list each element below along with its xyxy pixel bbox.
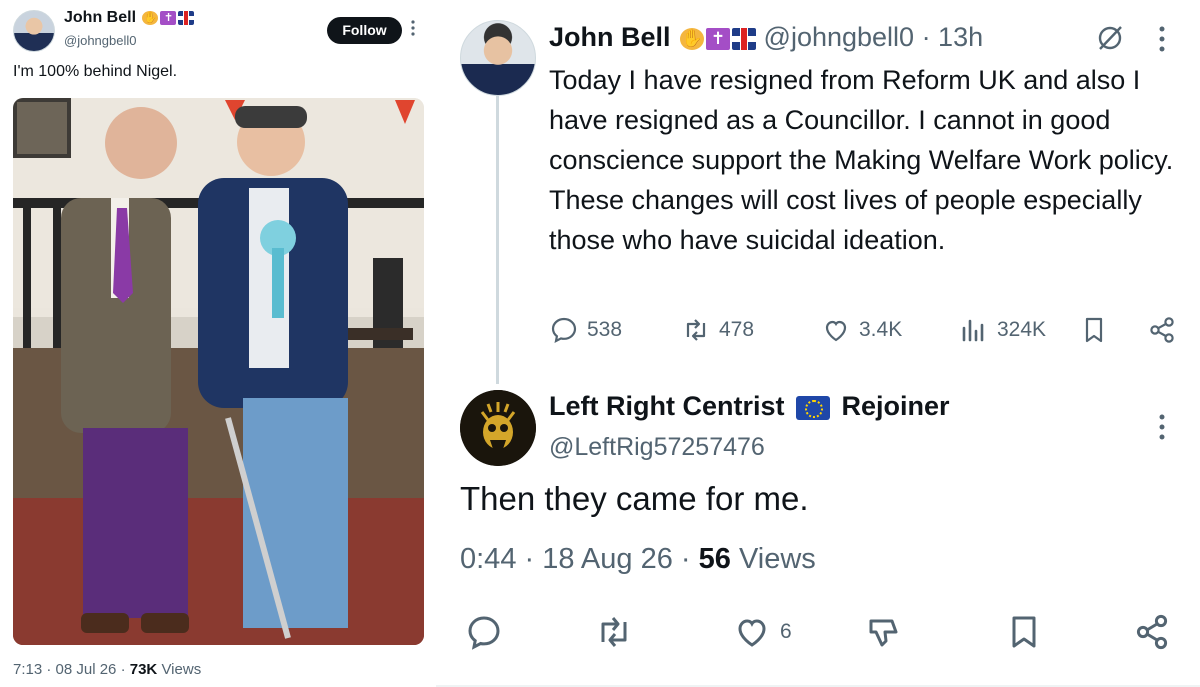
reply-button[interactable]	[464, 610, 504, 654]
more-options-icon[interactable]	[1156, 412, 1168, 442]
thread-connector	[496, 96, 499, 384]
views-count: 56	[698, 543, 731, 575]
timestamp[interactable]: 7:13 · 08 Jul 26 ·	[13, 661, 126, 678]
timestamp[interactable]: 0:44 · 18 Aug 26 ·	[460, 543, 691, 575]
avatar[interactable]	[460, 390, 536, 466]
avatar[interactable]	[460, 20, 536, 96]
more-options-icon[interactable]	[411, 20, 415, 36]
display-name-suffix[interactable]: Rejoiner	[842, 391, 950, 421]
bookmark-button[interactable]	[1004, 610, 1044, 654]
reply-icon	[551, 317, 577, 344]
uk-flag-icon	[178, 10, 195, 25]
repost-button[interactable]	[594, 610, 634, 654]
views-label: Views	[738, 543, 816, 575]
views-label: Views	[161, 661, 202, 678]
tweet-meta: 0:44 · 18 Aug 26 · 56 Views	[460, 543, 816, 576]
analytics-icon	[962, 319, 984, 342]
handle-time[interactable]: @johngbell0 · 13h	[764, 22, 984, 52]
reply-button[interactable]: 538	[549, 310, 622, 350]
tweet-meta: 7:13 · 08 Jul 26 · 73K Views	[13, 661, 201, 678]
tweet-text: Today I have resigned from Reform UK and…	[549, 65, 1174, 255]
reply-icon	[468, 616, 500, 650]
views-count: 73K	[129, 661, 158, 678]
tweet-text: Then they came for me.	[460, 480, 809, 517]
repost-icon	[601, 617, 627, 647]
tweet-actions: 6	[460, 610, 1180, 654]
bookmark-icon	[1012, 616, 1036, 648]
heart-icon	[738, 619, 766, 647]
like-count: 6	[780, 620, 792, 643]
views-button[interactable]: 324K	[959, 310, 1046, 350]
name-badges: ✋ ✝	[142, 10, 195, 25]
bookmark-icon	[1085, 317, 1103, 343]
uk-flag-icon	[732, 27, 757, 50]
tweet-header: John Bell ✋ ✝ @johngbell0 · 13h	[549, 22, 983, 53]
avatar[interactable]	[13, 10, 55, 52]
dislike-button[interactable]	[864, 610, 904, 654]
heart-icon	[825, 320, 847, 342]
views-count: 324K	[997, 318, 1047, 341]
bookmark-button[interactable]	[1079, 310, 1109, 350]
follow-button[interactable]: Follow	[327, 17, 402, 44]
display-name-text[interactable]: John Bell	[64, 9, 136, 26]
repost-count: 478	[719, 318, 755, 341]
pray-emoji-icon: ✋	[680, 27, 705, 50]
name-badges: ✋ ✝	[680, 27, 757, 50]
right-thread: John Bell ✋ ✝ @johngbell0 · 13h Today I …	[436, 0, 1200, 687]
repost-button[interactable]: 478	[681, 310, 754, 350]
share-icon	[1136, 614, 1168, 650]
tweet-text: I'm 100% behind Nigel.	[13, 63, 178, 80]
display-name[interactable]: John Bell	[549, 22, 671, 52]
tweet-actions: 538 478 3.4K 324K	[549, 310, 1189, 350]
eu-flag-icon	[796, 395, 831, 420]
thumbs-down-icon	[869, 619, 898, 647]
share-icon	[1150, 317, 1174, 343]
share-button[interactable]	[1147, 310, 1177, 350]
pray-emoji-icon: ✋	[142, 10, 159, 25]
cross-emoji-icon: ✝	[160, 10, 177, 25]
grok-icon[interactable]	[1094, 22, 1126, 54]
more-options-icon[interactable]	[1156, 24, 1168, 54]
share-button[interactable]	[1132, 610, 1172, 654]
like-button[interactable]: 6	[732, 610, 792, 654]
cross-emoji-icon: ✝	[706, 27, 731, 50]
tweet-photo[interactable]	[13, 98, 424, 645]
repost-icon	[686, 319, 706, 341]
handle[interactable]: @johngbell0	[64, 33, 136, 48]
display-name-text[interactable]: Left Right Centrist	[549, 391, 785, 421]
like-count: 3.4K	[859, 318, 903, 341]
display-name[interactable]: John Bell ✋ ✝	[64, 9, 195, 27]
display-name[interactable]: Left Right Centrist Rejoiner	[549, 391, 950, 422]
like-button[interactable]: 3.4K	[821, 310, 902, 350]
handle[interactable]: @LeftRig57257476	[549, 433, 765, 462]
reply-count: 538	[587, 318, 623, 341]
left-tweet-card: John Bell ✋ ✝ @johngbell0 Follow I'm 100…	[0, 0, 436, 687]
